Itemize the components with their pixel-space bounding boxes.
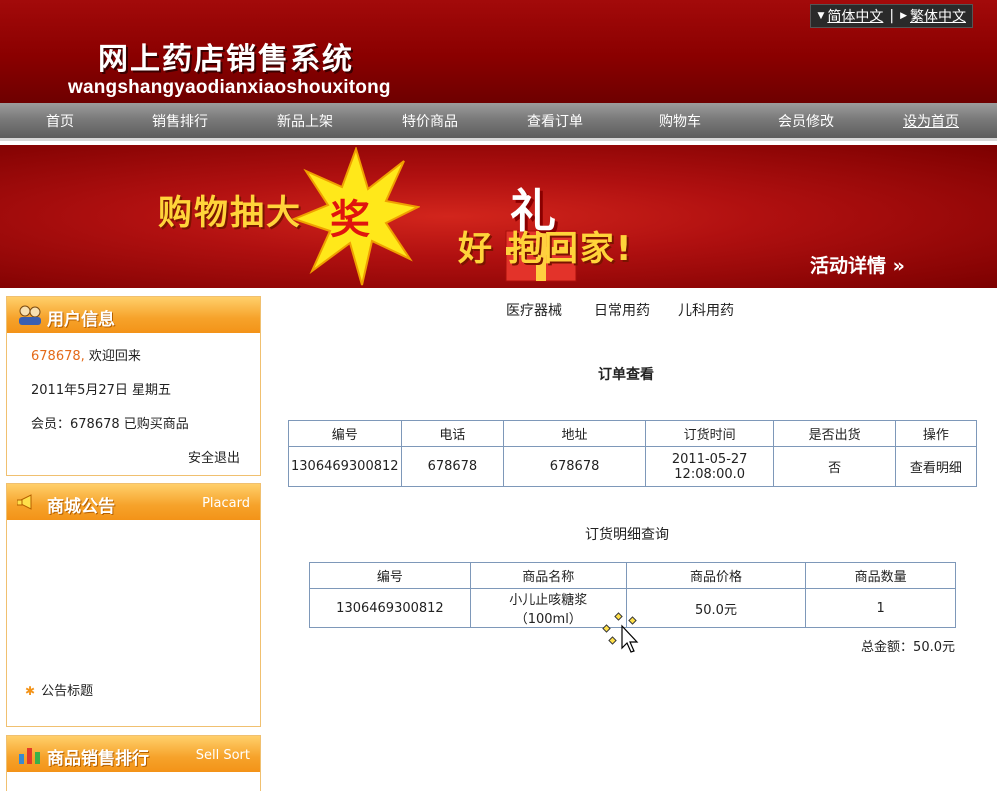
col-product-quantity: 商品数量 (805, 562, 956, 589)
category-pediatric-medicine[interactable]: 儿科用药 (678, 300, 734, 320)
order-id: 1306469300812 (288, 446, 402, 487)
order-address: 678678 (503, 446, 646, 487)
category-medical-devices[interactable]: 医疗器械 (506, 300, 562, 320)
banner-text-burst: 奖 (330, 197, 370, 243)
triangle-right-icon: ▶ (900, 11, 907, 21)
username: 678678, (31, 349, 85, 364)
sales-rank-panel: 商品销售排行 Sell Sort (6, 735, 261, 791)
order-table: 编号 电话 地址 订货时间 是否出货 操作 1306469300812 6786… (288, 420, 978, 487)
language-switcher: ▼ 简体中文 | ▶ 繁体中文 (810, 4, 973, 28)
current-date: 2011年5月27日 星期五 (31, 383, 172, 398)
user-info-title: 用户信息 (47, 310, 115, 330)
order-table-header: 编号 电话 地址 订货时间 是否出货 操作 (288, 420, 978, 447)
notice-item[interactable]: ✱ 公告标题 (25, 680, 93, 699)
lang-simplified-link[interactable]: 简体中文 (827, 6, 883, 26)
triangle-down-icon: ▼ (817, 11, 825, 21)
total-amount: 总金额：50.0元 (861, 640, 955, 655)
nav-new-products[interactable]: 新品上架 (277, 111, 333, 131)
order-shipped: 否 (773, 446, 896, 487)
order-detail-title: 订货明细查询 (585, 527, 669, 543)
user-info-header: 用户信息 (7, 297, 260, 333)
users-icon (19, 305, 41, 325)
lang-separator: | (889, 8, 895, 24)
notice-panel: 商城公告 Placard ✱ 公告标题 (6, 483, 261, 727)
promo-banner[interactable]: 购物抽大 奖 礼 好 抱回家! 活动详情 » (0, 145, 997, 288)
logout-link[interactable]: 安全退出 (188, 447, 240, 466)
nav-orders[interactable]: 查看订单 (527, 111, 583, 131)
sales-rank-title-en: Sell Sort (195, 748, 250, 763)
category-daily-medicine[interactable]: 日常用药 (594, 300, 650, 320)
order-phone: 678678 (400, 446, 505, 487)
site-header: 网上药店销售系统 wangshangyaodianxiaoshouxitong … (0, 0, 997, 103)
nav-cart[interactable]: 购物车 (659, 111, 701, 131)
site-subtitle: wangshangyaodianxiaoshouxitong (68, 77, 391, 98)
welcome-text: 欢迎回来 (88, 349, 141, 364)
notice-title-en: Placard (202, 496, 250, 511)
order-time-date: 2011-05-27 (671, 451, 748, 467)
welcome-line: 678678, 欢迎回来 (31, 345, 141, 364)
busy-cursor-icon (602, 612, 639, 653)
product-quantity: 1 (805, 588, 956, 628)
nav-specials[interactable]: 特价商品 (402, 111, 458, 131)
star-bullet-icon: ✱ (25, 684, 36, 698)
view-detail-link[interactable]: 查看明细 (894, 446, 978, 487)
site-title: 网上药店销售系统 (98, 42, 354, 77)
col-id: 编号 (288, 420, 402, 447)
col-detail-id: 编号 (309, 562, 471, 589)
banner-text-left: 购物抽大 (158, 193, 302, 233)
notice-title: 商城公告 (47, 497, 115, 517)
table-row: 1306469300812 678678 678678 2011-05-27 1… (288, 446, 978, 487)
col-order-time: 订货时间 (644, 420, 775, 447)
main-nav: 首页 销售排行 新品上架 特价商品 查看订单 购物车 会员修改 设为首页 (0, 103, 997, 141)
col-product-price: 商品价格 (625, 562, 807, 589)
col-phone: 电话 (400, 420, 505, 447)
col-product-name: 商品名称 (469, 562, 627, 589)
product-price: 50.0元 (625, 588, 807, 628)
sales-rank-title: 商品销售排行 (47, 749, 149, 769)
user-info-panel: 用户信息 678678, 欢迎回来 2011年5月27日 星期五 会员：6786… (6, 296, 261, 476)
lang-traditional-link[interactable]: 繁体中文 (910, 6, 966, 26)
banner-text-right: 好 抱回家! (458, 229, 634, 269)
notice-item-title: 公告标题 (41, 684, 94, 699)
activity-detail-link[interactable]: 活动详情 » (810, 251, 905, 278)
col-address: 地址 (503, 420, 646, 447)
order-time-clock: 12:08:00.0 (674, 466, 746, 482)
product-name-line1: 小儿止咳糖浆 (509, 593, 588, 608)
order-view-title: 订单查看 (598, 367, 654, 383)
order-time: 2011-05-27 12:08:00.0 (644, 446, 775, 487)
nav-home[interactable]: 首页 (46, 111, 74, 131)
detail-id: 1306469300812 (309, 588, 471, 628)
nav-set-homepage[interactable]: 设为首页 (903, 111, 959, 131)
sales-rank-header: 商品销售排行 Sell Sort (7, 736, 260, 772)
nav-member-edit[interactable]: 会员修改 (778, 111, 834, 131)
col-shipped: 是否出货 (773, 420, 896, 447)
member-line: 会员：678678 已购买商品 (31, 417, 189, 432)
nav-sales-rank[interactable]: 销售排行 (152, 111, 208, 131)
col-action: 操作 (894, 420, 978, 447)
megaphone-icon (17, 494, 32, 510)
notice-header: 商城公告 Placard (7, 484, 260, 520)
bar-chart-icon (19, 748, 40, 764)
detail-table-header: 编号 商品名称 商品价格 商品数量 (309, 562, 956, 589)
